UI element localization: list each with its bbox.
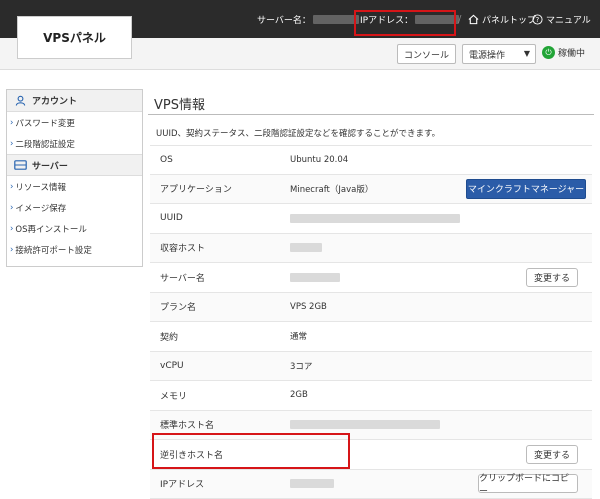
row-label: IPアドレス [160, 477, 204, 490]
sidebar-item-label: イメージ保存 [15, 202, 66, 214]
minecraft-manager-label: マインクラフトマネージャー [468, 182, 584, 195]
power-select-label: 電源操作 [469, 48, 505, 61]
chevron-right-icon: › [10, 139, 13, 149]
help-circle-icon: ? [532, 14, 543, 25]
row-label: プラン名 [160, 300, 196, 313]
row-value [290, 420, 440, 429]
chevron-right-icon: › [10, 182, 13, 192]
row-value [290, 214, 460, 223]
user-icon [13, 95, 27, 107]
ip-address-redacted [290, 479, 334, 488]
change-label: 変更する [534, 271, 570, 284]
row-label: OS [160, 155, 173, 165]
uuid-redacted [290, 214, 460, 223]
hostname-redacted [290, 420, 440, 429]
sidebar-item-label: リソース情報 [15, 181, 66, 193]
row-value: 3コア [290, 360, 312, 372]
server-name-redacted [290, 273, 340, 282]
table-row: vCPU 3コア [150, 352, 592, 382]
host-redacted [290, 243, 322, 252]
chevron-right-icon: › [10, 245, 13, 255]
status-indicator: ⏻ 稼働中 [542, 46, 585, 59]
row-label: メモリ [160, 389, 187, 402]
server-name-redacted [313, 15, 359, 24]
sidebar-item-2fa[interactable]: ›二段階認証設定 [7, 133, 142, 154]
table-row: プラン名 VPS 2GB [150, 293, 592, 323]
table-row: UUID [150, 204, 592, 234]
power-select[interactable]: 電源操作 ▼ [462, 44, 536, 64]
sidebar-item-resources[interactable]: ›リソース情報 [7, 176, 142, 197]
copy-to-clipboard-button[interactable]: クリップボードにコピー [478, 474, 578, 493]
manual-link[interactable]: ? マニュアル [532, 0, 591, 38]
sidebar-item-image-save[interactable]: ›イメージ保存 [7, 197, 142, 218]
sidebar-item-label: 二段階認証設定 [15, 138, 75, 150]
server-icon [13, 159, 27, 171]
chevron-right-icon: › [10, 203, 13, 213]
sidebar-item-label: 接続許可ポート設定 [15, 244, 92, 256]
row-value: VPS 2GB [290, 302, 327, 312]
ip-row-highlight-box [152, 433, 350, 469]
manual-label: マニュアル [546, 13, 591, 26]
svg-text:?: ? [536, 15, 540, 23]
change-reverse-host-button[interactable]: 変更する [526, 445, 578, 464]
server-heading: サーバー [32, 159, 68, 172]
sidebar-item-ports[interactable]: ›接続許可ポート設定 [7, 239, 142, 260]
ip-highlight-box [354, 10, 456, 36]
header-divider: / [458, 0, 461, 38]
copy-label: クリップボードにコピー [479, 471, 577, 497]
row-value: 2GB [290, 390, 308, 400]
server-name-display: サーバー名： [257, 0, 359, 38]
sidebar: アカウント ›パスワード変更 ›二段階認証設定 サーバー ›リソース情報 ›イメ… [6, 89, 143, 267]
sidebar-item-password[interactable]: ›パスワード変更 [7, 112, 142, 133]
home-icon [468, 14, 479, 25]
account-heading: アカウント [32, 94, 77, 107]
panel-top-link[interactable]: パネルトップ [468, 0, 536, 38]
row-label: 標準ホスト名 [160, 418, 214, 431]
sidebar-item-os-reinstall[interactable]: ›OS再インストール [7, 218, 142, 239]
row-label: 収容ホスト [160, 241, 205, 254]
row-label: サーバー名 [160, 271, 205, 284]
table-row: サーバー名 変更する [150, 263, 592, 293]
row-value: Minecraft（Java版） [290, 183, 373, 195]
change-server-name-button[interactable]: 変更する [526, 268, 578, 287]
table-row: IPアドレス クリップボードにコピー [150, 470, 592, 499]
row-label: UUID [160, 213, 183, 223]
row-label: 契約 [160, 330, 178, 343]
chevron-right-icon: › [10, 224, 13, 234]
logo-text: VPSパネル [43, 29, 106, 46]
panel-top-label: パネルトップ [482, 13, 536, 26]
row-value [290, 243, 322, 252]
row-value: Ubuntu 20.04 [290, 155, 348, 165]
sidebar-heading-server: サーバー [7, 154, 142, 176]
logo[interactable]: VPSパネル [17, 16, 132, 59]
power-icon: ⏻ [542, 46, 555, 59]
console-button[interactable]: コンソール [397, 44, 456, 64]
row-label: アプリケーション [160, 182, 232, 195]
change-label: 変更する [534, 448, 570, 461]
row-value [290, 479, 334, 488]
page-description: UUID、契約ステータス、二段階認証設定などを確認することができます。 [156, 127, 440, 139]
row-value: 通常 [290, 330, 307, 342]
minecraft-manager-button[interactable]: マインクラフトマネージャー [466, 179, 586, 199]
sidebar-item-label: パスワード変更 [15, 117, 75, 129]
table-row: OS Ubuntu 20.04 [150, 145, 592, 175]
row-value [290, 273, 340, 282]
status-label: 稼働中 [558, 46, 585, 59]
table-row: 契約 通常 [150, 322, 592, 352]
chevron-down-icon: ▼ [524, 49, 530, 58]
page-title: VPS情報 [154, 94, 205, 113]
title-divider [148, 114, 594, 115]
table-row: アプリケーション Minecraft（Java版） マインクラフトマネージャー [150, 175, 592, 205]
sidebar-heading-account: アカウント [7, 90, 142, 112]
table-row: メモリ 2GB [150, 381, 592, 411]
console-label: コンソール [404, 48, 449, 61]
server-name-label: サーバー名： [257, 13, 311, 26]
row-label: vCPU [160, 361, 184, 371]
chevron-right-icon: › [10, 118, 13, 128]
table-row: 収容ホスト [150, 234, 592, 264]
sidebar-item-label: OS再インストール [15, 223, 86, 235]
